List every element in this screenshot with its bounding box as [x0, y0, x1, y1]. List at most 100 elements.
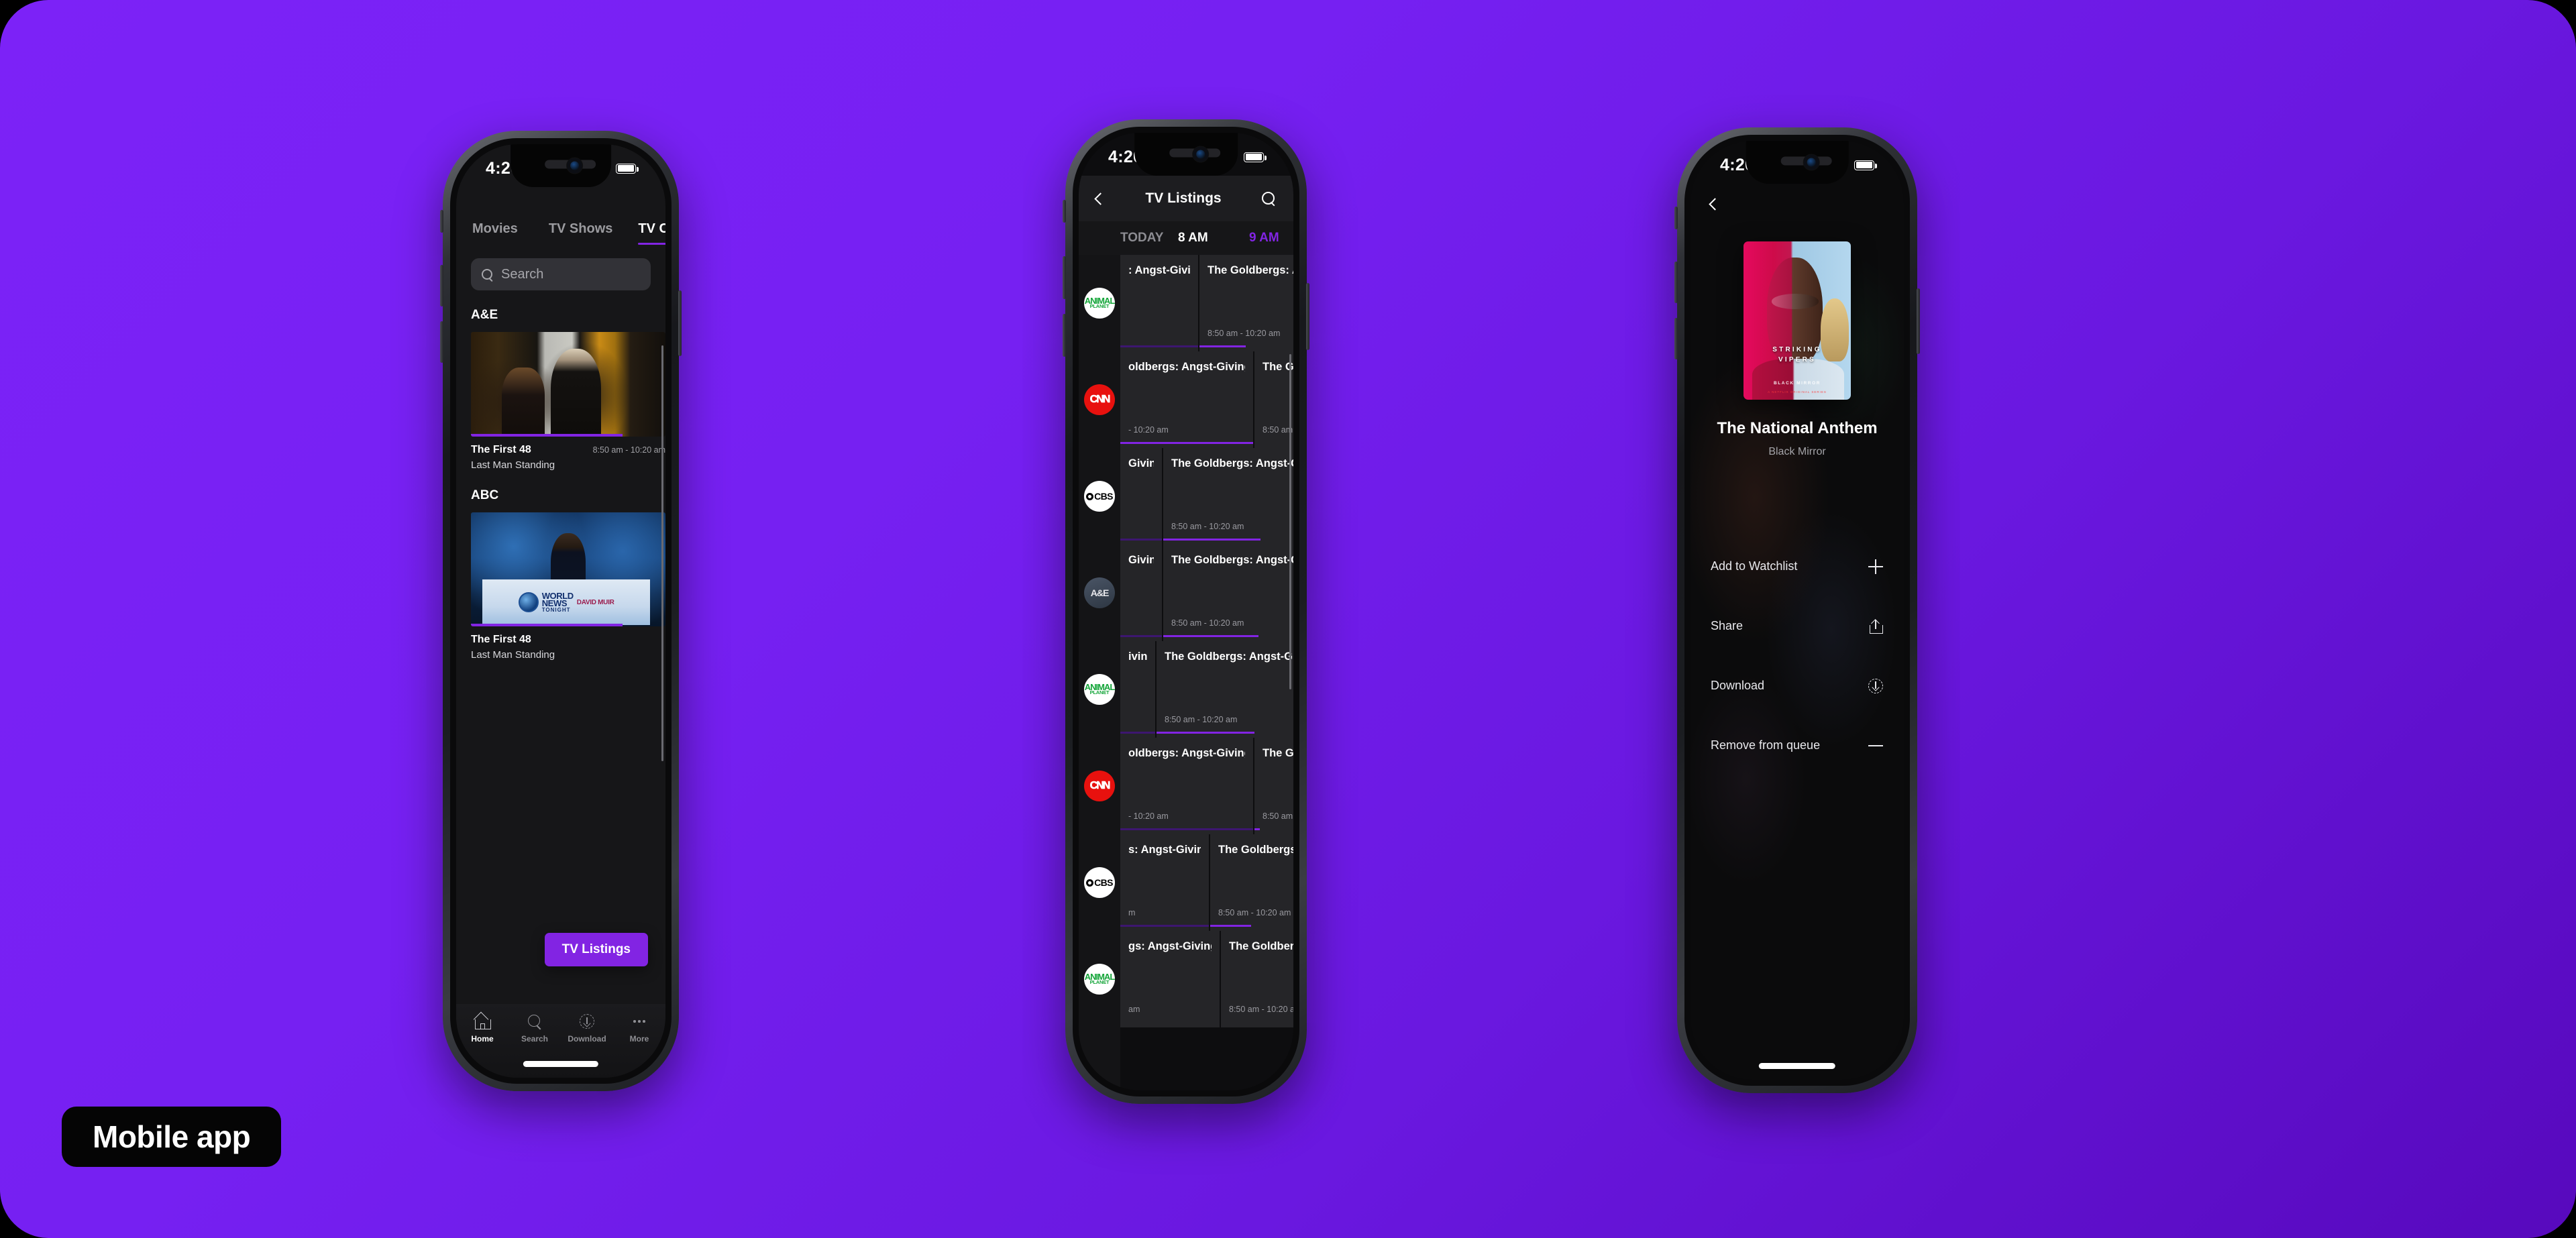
- tabbar-item-search[interactable]: Search: [508, 1013, 561, 1044]
- progress-bar: [1120, 828, 1253, 830]
- channel-name: A&E: [471, 308, 498, 322]
- channel-section-abc: ABC WORLD NEWS TONIGHT DAVID MUIR The Fi…: [456, 488, 665, 661]
- progress-bar: [1120, 731, 1155, 734]
- program-cell[interactable]: oldbergs: Angst-Giving - 10:20 am: [1120, 351, 1253, 448]
- program-cell[interactable]: The Goldbergs: 8:50 am - 10:20 am: [1221, 931, 1293, 1027]
- program-columns[interactable]: : Angst-Giving The Goldbergs: An 8:50 am…: [1120, 255, 1293, 1090]
- tabbar-item-more[interactable]: More: [613, 1013, 665, 1044]
- tab-movies[interactable]: Movies: [472, 221, 518, 245]
- program-cell[interactable]: The Goldbergs: A 8:50 am - 10:20 am: [1210, 834, 1293, 931]
- progress-bar: [1157, 731, 1255, 734]
- program-time: 8:50 am - 10:20 am: [1165, 715, 1238, 724]
- time-slot[interactable]: 8 AM: [1178, 231, 1249, 245]
- title-poster[interactable]: STRIKING VIPERS BLACK MIRROR A NETFLIX O…: [1743, 241, 1851, 400]
- program-time: 8:50 am - 10:: [1263, 811, 1293, 821]
- action-add-to-watchlist[interactable]: Add to Watchlist: [1711, 537, 1884, 596]
- program-cell[interactable]: The Goldb 8:50 am - 10:: [1254, 351, 1293, 448]
- program-title: The Goldbergs: An: [1208, 264, 1293, 276]
- tv-listings-button[interactable]: TV Listings: [544, 933, 648, 966]
- poster-canvas: 4:20 Movies TV Shows TV Channels: [0, 0, 2576, 1238]
- channel-card-row[interactable]: The First 48 8:50 am - 10:20 am Last Man…: [471, 332, 665, 471]
- channel-logo-cell[interactable]: CBS: [1079, 834, 1120, 931]
- listings-grid: ANIMAL PLANET CNN CBS A&E ANIMAL PLANET CN…: [1079, 255, 1293, 1090]
- vertical-scrollbar[interactable]: [1289, 354, 1291, 689]
- channel-logo-cell[interactable]: ANIMAL PLANET: [1079, 255, 1120, 351]
- action-remove-from-queue[interactable]: Remove from queue: [1711, 716, 1884, 775]
- channel-name: ABC: [471, 488, 499, 502]
- tab-tv-channels[interactable]: TV Channels: [638, 221, 665, 245]
- channel-logo-cell[interactable]: A&E: [1079, 545, 1120, 641]
- progress-bar: [1210, 924, 1252, 927]
- power-button[interactable]: [678, 290, 682, 356]
- program-title: The Goldbergs: Angst-Givi: [1171, 457, 1293, 469]
- tab-tv-shows[interactable]: TV Shows: [549, 221, 613, 245]
- program-cell[interactable]: Giving: [1120, 545, 1162, 641]
- program-cell[interactable]: The Goldb 8:50 am - 10:: [1254, 738, 1293, 834]
- program-card[interactable]: WORLD NEWS TONIGHT DAVID MUIR The First …: [471, 512, 665, 661]
- tabbar-item-download[interactable]: Download: [561, 1013, 613, 1044]
- program-cell[interactable]: oldbergs: Angst-Giving - 10:20 am: [1120, 738, 1253, 834]
- listings-row: Giving The Goldbergs: Angst-Giv 8:50 am …: [1120, 545, 1293, 641]
- channel-card-row[interactable]: WORLD NEWS TONIGHT DAVID MUIR The First …: [471, 512, 665, 661]
- action-share[interactable]: Share: [1711, 596, 1884, 656]
- poster-container: STRIKING VIPERS BLACK MIRROR A NETFLIX O…: [1743, 241, 1851, 400]
- vertical-scrollbar[interactable]: [661, 345, 663, 761]
- animal-planet-logo: ANIMAL PLANET: [1084, 674, 1115, 705]
- program-cell[interactable]: : Angst-Giving: [1120, 255, 1198, 351]
- program-title: The Goldbergs: Angst-Givin: [1165, 651, 1293, 663]
- volume-down-button[interactable]: [1063, 314, 1066, 357]
- program-cell[interactable]: iving: [1120, 641, 1155, 738]
- program-title: The First 48: [471, 634, 531, 645]
- action-download[interactable]: Download: [1711, 656, 1884, 716]
- program-time: 8:50 am - 10:20 am: [1208, 329, 1281, 338]
- chevron-left-icon[interactable]: [1094, 192, 1107, 205]
- volume-up-button[interactable]: [1063, 256, 1066, 299]
- volume-up-button[interactable]: [1674, 262, 1678, 303]
- program-cell[interactable]: The Goldbergs: Angst-Givin 8:50 am - 10:…: [1157, 641, 1293, 738]
- channel-logo-cell[interactable]: ANIMAL PLANET: [1079, 641, 1120, 738]
- progress-bar: [1120, 924, 1209, 927]
- poster-title-line-1: STRIKING: [1772, 346, 1822, 354]
- search-placeholder: Search: [501, 266, 544, 282]
- search-icon: [527, 1013, 543, 1029]
- search-input[interactable]: Search: [471, 258, 651, 290]
- channel-logo-cell[interactable]: CBS: [1079, 448, 1120, 545]
- download-circle-icon: [579, 1013, 595, 1029]
- listings-row: oldbergs: Angst-Giving - 10:20 am The Go…: [1120, 351, 1293, 448]
- poster-title-line-2: VIPERS: [1778, 355, 1816, 363]
- program-thumbnail: [471, 332, 665, 437]
- volume-up-button[interactable]: [440, 265, 443, 306]
- phone-bezel: 4:20 TV Listings TODAY 8 AM 9 AM ANIMAL …: [1073, 127, 1299, 1096]
- ellipsis-icon: [631, 1013, 647, 1029]
- volume-down-button[interactable]: [1674, 318, 1678, 359]
- search-icon[interactable]: [1262, 191, 1276, 206]
- series-subtitle: Black Mirror: [1768, 446, 1826, 457]
- program-cell[interactable]: Giving: [1120, 448, 1162, 545]
- program-cell[interactable]: gs: Angst-Giving am: [1120, 931, 1220, 1027]
- program-card[interactable]: The First 48 8:50 am - 10:20 am Last Man…: [471, 332, 665, 471]
- action-list: Add to Watchlist Share Download Remove f…: [1690, 537, 1904, 775]
- program-cell[interactable]: The Goldbergs: Angst-Giv 8:50 am - 10:20…: [1163, 545, 1293, 641]
- progress-bar: [1120, 538, 1162, 541]
- program-cell[interactable]: s: Angst-Giving m: [1120, 834, 1209, 931]
- tabbar-label: Home: [471, 1034, 494, 1044]
- channel-section-ae: A&E The First 48 8:50 am - 10:20 am Last…: [456, 308, 665, 471]
- power-button[interactable]: [1917, 288, 1920, 354]
- action-label: Share: [1711, 619, 1743, 632]
- time-slot-current[interactable]: 9 AM: [1249, 231, 1293, 245]
- power-button[interactable]: [1306, 283, 1309, 350]
- tabbar-item-home[interactable]: Home: [456, 1013, 508, 1044]
- phone-bezel: 4:20 Movies TV Shows TV Channels: [450, 138, 672, 1084]
- action-label: Remove from queue: [1711, 738, 1821, 752]
- time-day-label: TODAY: [1120, 231, 1164, 245]
- program-cell[interactable]: The Goldbergs: Angst-Givi 8:50 am - 10:2…: [1163, 448, 1293, 545]
- poster-title: STRIKING VIPERS: [1743, 345, 1851, 365]
- channel-logo-cell[interactable]: CNN: [1079, 351, 1120, 448]
- volume-down-button[interactable]: [440, 321, 443, 363]
- progress-bar: [1120, 634, 1162, 637]
- program-cell[interactable]: The Goldbergs: An 8:50 am - 10:20 am: [1199, 255, 1293, 351]
- channel-logo-cell[interactable]: CNN: [1079, 738, 1120, 834]
- home-indicator: [1758, 1063, 1836, 1069]
- channel-logo-cell[interactable]: ANIMAL PLANET: [1079, 931, 1120, 1027]
- program-meta: The First 48: [471, 634, 665, 646]
